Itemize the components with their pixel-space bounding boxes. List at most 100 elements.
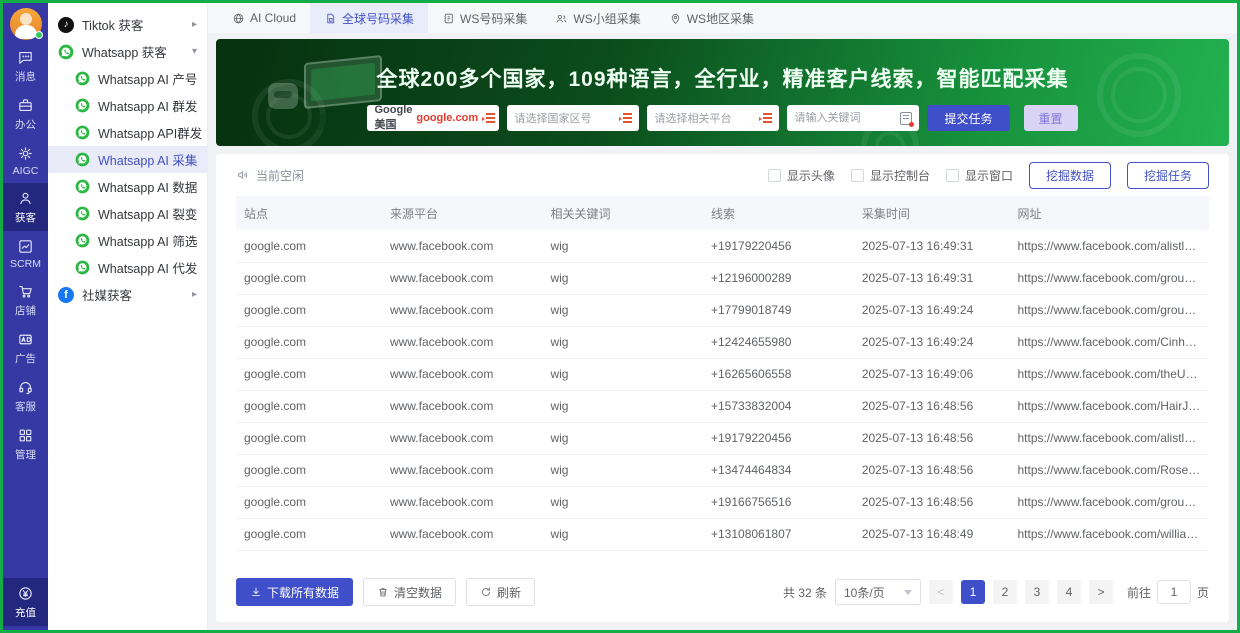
sidebar-subitem[interactable]: Whatsapp AI 群发 [48,92,207,119]
checkbox-icon [850,168,864,182]
clear-data-button[interactable]: 清空数据 [363,578,457,606]
page-button[interactable]: 2 [992,580,1017,604]
platform-select[interactable]: 请选择相关平台 [647,105,780,131]
rail-item-support[interactable]: 客服 [3,372,48,420]
page-button[interactable]: 3 [1024,580,1049,604]
sidebar-item-whatsapp[interactable]: Whatsapp 获客 ▾ [48,38,207,65]
cell-platform: www.facebook.com [381,486,543,519]
refresh-button[interactable]: 刷新 [466,578,536,606]
rail-item-scrm[interactable]: SCRM [3,231,48,276]
cell-site: google.com [236,486,382,519]
table-row[interactable]: google.com www.facebook.com wig +1310806… [236,518,1209,551]
table-row[interactable]: google.com www.facebook.com wig +1626560… [236,358,1209,391]
submit-task-button[interactable]: 提交任务 [927,105,1010,131]
cell-platform: www.facebook.com [381,422,543,455]
table-row[interactable]: google.com www.facebook.com wig +1242465… [236,326,1209,359]
cell-lead: +12196000289 [703,262,854,295]
cell-keyword: wig [542,390,703,423]
cell-lead: +19179220456 [703,230,854,263]
rail-item-shop[interactable]: 店铺 [3,276,48,324]
table-row[interactable]: google.com www.facebook.com wig +1779901… [236,294,1209,327]
rail-item-aigc[interactable]: AIGC [3,138,48,183]
tab-ai-cloud[interactable]: AI Cloud [218,3,310,33]
table-row[interactable]: google.com www.facebook.com wig +1917922… [236,230,1209,263]
cell-site: google.com [236,358,382,391]
checkbox-show-window[interactable]: 显示窗口 [945,167,1013,184]
table-row[interactable]: google.com www.facebook.com wig +1917922… [236,422,1209,455]
prev-page-button[interactable]: < [928,580,953,604]
sidebar-subitem[interactable]: Whatsapp AI 产号 [48,65,207,92]
location-pin-icon [671,13,679,24]
cell-url: https://www.facebook.com/groups/... [1009,294,1209,327]
country-code-select[interactable]: 请选择国家区号 [507,105,640,131]
rail-item-label: 办公 [15,119,36,131]
column-header-url: 网址 [1009,196,1209,230]
whatsapp-icon [74,179,90,195]
cell-platform: www.facebook.com [381,326,543,359]
sidebar-subitem[interactable]: Whatsapp AI 筛选 [48,227,207,254]
document-edit-icon [900,111,915,127]
cell-url: https://www.facebook.com/HairJusti... [1009,390,1209,423]
sidebar-subitem[interactable]: Whatsapp AI 采集 [48,146,207,173]
table-footer: 下载所有数据 清空数据 刷新 共 32 条 10条/页 < 1 2 3 4 > … [236,564,1209,622]
goto-page-input[interactable] [1156,580,1191,604]
sidebar-item-label: Tiktok 获客 [82,19,144,33]
user-avatar[interactable] [9,8,43,40]
sidebar-subitem-label: Whatsapp AI 筛选 [98,235,198,249]
checkbox-show-console[interactable]: 显示控制台 [850,167,930,184]
per-page-select[interactable]: 10条/页 [834,579,921,605]
tab-ws-region[interactable]: WS地区采集 [655,3,768,33]
page-button[interactable]: 4 [1056,580,1081,604]
recharge-icon [19,587,32,600]
cell-site: google.com [236,262,382,295]
keyword-input[interactable] [794,112,897,124]
cell-platform: www.facebook.com [381,454,543,487]
chart-icon [19,240,32,253]
download-all-button[interactable]: 下载所有数据 [236,578,354,606]
sidebar-subitem[interactable]: Whatsapp AI 代发 [48,254,207,281]
rail-item-label: 管理 [15,449,36,461]
next-page-button[interactable]: > [1088,580,1113,604]
table-row[interactable]: google.com www.facebook.com wig +1219600… [236,262,1209,295]
cell-time: 2025-07-13 16:49:31 [853,230,1010,263]
reset-button[interactable]: 重置 [1023,105,1078,131]
cell-lead: +12424655980 [703,326,854,359]
tab-ws-group[interactable]: WS小组采集 [541,3,654,33]
rail-item-label: 店铺 [15,305,36,317]
table-row[interactable]: google.com www.facebook.com wig +1573383… [236,390,1209,423]
page-button[interactable]: 1 [960,580,985,604]
whatsapp-icon [74,152,90,168]
sidebar-subitem[interactable]: Whatsapp AI 裂变 [48,200,207,227]
cell-site: google.com [236,230,382,263]
left-rail: 消息 办公 AIGC 获客 SCRM 店铺 广告 客服 管理 充值 [3,3,48,630]
table-row[interactable]: google.com www.facebook.com wig +1347446… [236,454,1209,487]
results-card: 当前空闲 显示头像 显示控制台 显示窗口 挖掘数据 挖掘任务 站点 来源平台 相… [216,154,1229,622]
rail-item-office[interactable]: 办公 [3,90,48,138]
tab-global-collect[interactable]: 全球号码采集 [310,3,429,33]
rail-item-ads[interactable]: 广告 [3,324,48,372]
mine-data-button[interactable]: 挖掘数据 [1028,161,1111,189]
goto-suffix: 页 [1196,585,1209,600]
chevron-right-icon: ▸ [191,19,197,30]
cell-keyword: wig [542,262,703,295]
column-header-site: 站点 [236,196,382,230]
whatsapp-icon [74,260,90,276]
column-header-time: 采集时间 [853,196,1010,230]
rail-item-recharge[interactable]: 充值 [3,578,48,626]
cell-keyword: wig [542,230,703,263]
sidebar-subitem[interactable]: Whatsapp API群发 [48,119,207,146]
banner-controls: Google 美国 google.com 请选择国家区号 请选择相关平台 提交任… [216,104,1229,131]
main-content: AI Cloud 全球号码采集 WS号码采集 WS小组采集 WS地区采集 全球2… [208,3,1237,630]
checkbox-show-avatar[interactable]: 显示头像 [767,167,835,184]
rail-item-messages[interactable]: 消息 [3,42,48,90]
table-row[interactable]: google.com www.facebook.com wig +1916675… [236,486,1209,519]
mine-task-button[interactable]: 挖掘任务 [1126,161,1209,189]
sidebar-item-social[interactable]: f 社媒获客 ▸ [48,281,207,308]
rail-item-manage[interactable]: 管理 [3,420,48,468]
site-select[interactable]: Google 美国 google.com [367,104,500,131]
rail-item-leads[interactable]: 获客 [3,183,48,231]
sidebar-subitem[interactable]: Whatsapp AI 数据 [48,173,207,200]
sidebar-item-tiktok[interactable]: ♪ Tiktok 获客 ▸ [48,11,207,38]
cell-platform: www.facebook.com [381,262,543,295]
tab-ws-number[interactable]: WS号码采集 [428,3,541,33]
